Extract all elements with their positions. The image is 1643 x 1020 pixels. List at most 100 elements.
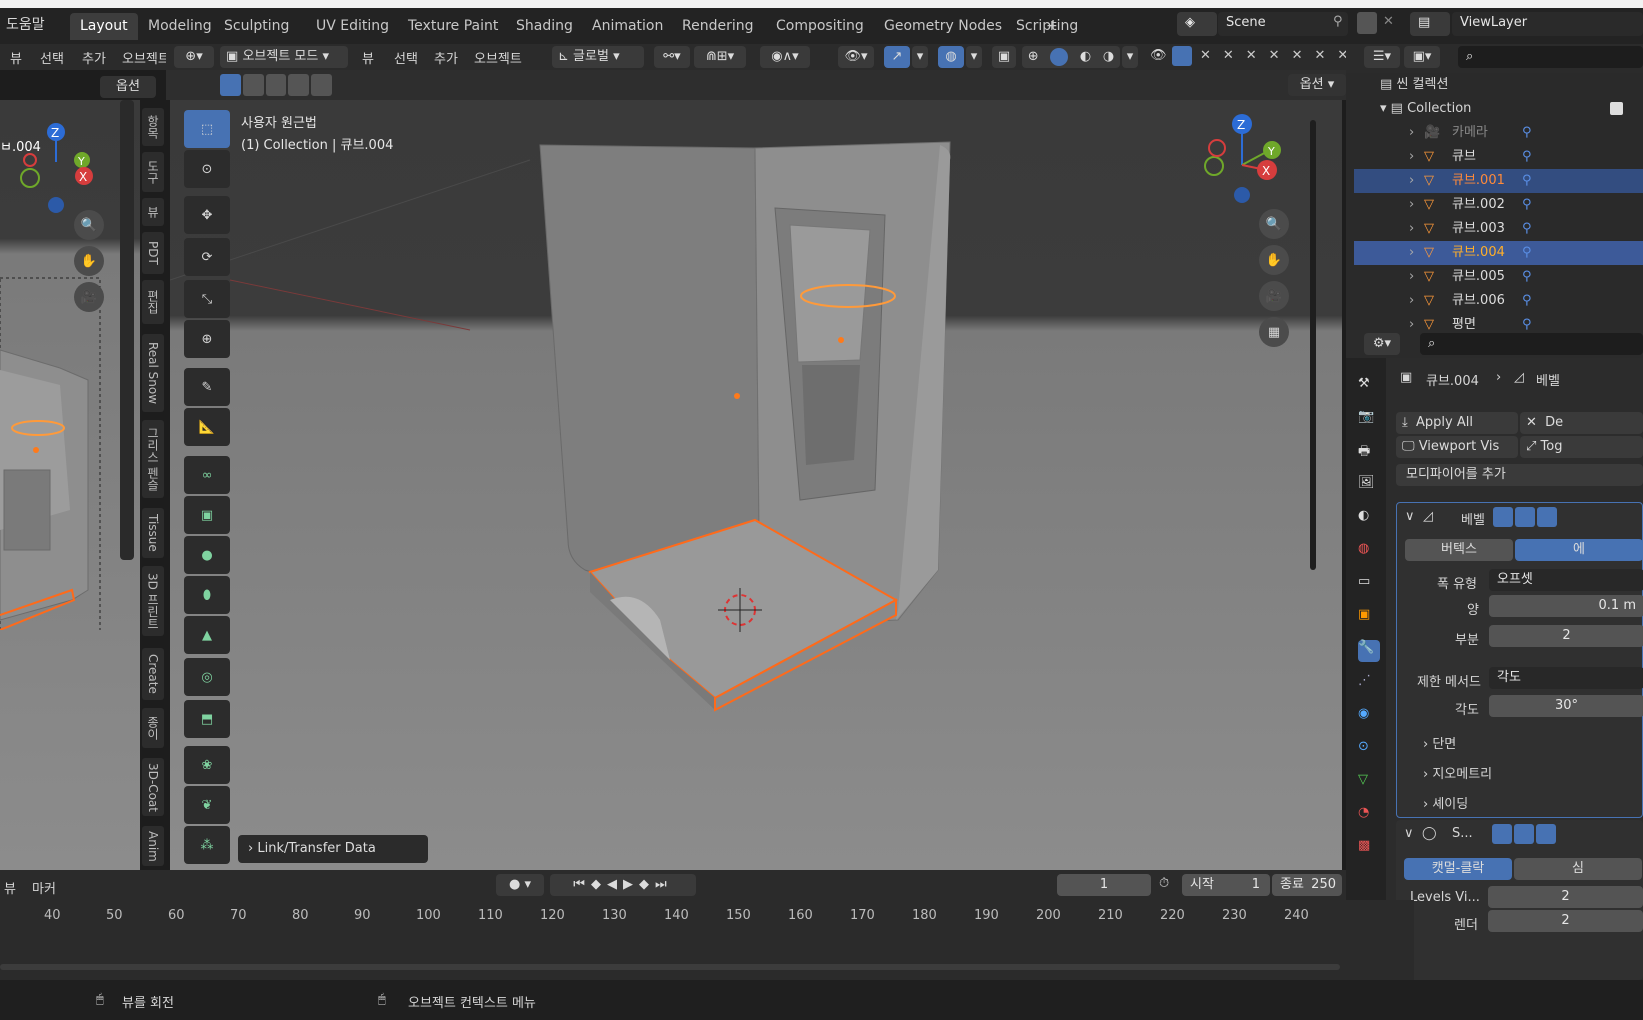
- prev-keyframe-icon[interactable]: ◆: [591, 877, 607, 892]
- start-frame-field[interactable]: 시작 1: [1182, 874, 1270, 896]
- material-icon[interactable]: ◔: [1358, 805, 1380, 827]
- left-side-tab[interactable]: Real Snow: [142, 334, 164, 412]
- expand-arrow-icon[interactable]: ▾: [1380, 101, 1387, 116]
- scene-collection-row[interactable]: ▤ 씬 컬렉션: [1380, 73, 1609, 97]
- texture-icon[interactable]: ▩: [1358, 838, 1380, 860]
- segments-field[interactable]: 2: [1489, 625, 1643, 647]
- tab-modeling[interactable]: Modeling: [138, 13, 222, 40]
- expand-arrow-icon[interactable]: ›: [1409, 169, 1414, 193]
- cursor-icon[interactable]: ⊙: [184, 150, 230, 188]
- add-cube-icon[interactable]: ▣: [184, 496, 230, 534]
- world-icon[interactable]: ◍: [1358, 541, 1380, 563]
- add-workspace-button[interactable]: +: [1036, 13, 1068, 40]
- scene-icon[interactable]: ◐: [1358, 508, 1380, 530]
- playback-controls[interactable]: ⏮◆◀▶◆⏭: [550, 874, 696, 896]
- properties-editor-type[interactable]: ⚙▾: [1364, 333, 1400, 355]
- render-toggle-icon[interactable]: [1537, 507, 1557, 527]
- tab-uv-editing[interactable]: UV Editing: [306, 13, 399, 40]
- viewport-vis-button[interactable]: 🖵 Viewport Vis: [1396, 436, 1518, 458]
- view-layer-icon[interactable]: 🖼: [1358, 475, 1380, 497]
- timeline-menu-view[interactable]: 뷰: [4, 878, 16, 897]
- add-tree-icon[interactable]: ❀: [184, 746, 230, 784]
- outliner-item[interactable]: › 🎥 카메라 ⚲: [1354, 121, 1643, 145]
- select-invert-icon[interactable]: [288, 74, 310, 96]
- select-extend-icon[interactable]: [242, 74, 264, 96]
- pan-hand-icon[interactable]: ✋: [74, 246, 104, 276]
- ortho-grid-icon[interactable]: ▦: [1259, 317, 1289, 347]
- collapse-chevron-icon[interactable]: ∨: [1404, 826, 1414, 841]
- left-side-tab[interactable]: Tissue: [142, 508, 164, 558]
- display-mode-selector[interactable]: ▣▾: [1404, 46, 1440, 68]
- editor-type-button[interactable]: ⊕▾: [174, 46, 214, 68]
- add-modifier-button[interactable]: 모디파이어를 추가: [1396, 464, 1643, 486]
- left-scrollbar[interactable]: [120, 100, 134, 560]
- stopwatch-icon[interactable]: ⏱: [1159, 876, 1169, 891]
- outliner-item[interactable]: › ▽ 큐브.003 ⚲: [1354, 217, 1643, 241]
- timeline[interactable]: 40 50 60 70 80 90 100 110 120 130 140 150 160 170 180 1…: [0, 900, 1414, 980]
- expand-arrow-icon[interactable]: ›: [1409, 193, 1414, 217]
- xray-toggle[interactable]: ▣: [992, 46, 1016, 68]
- visibility-selector[interactable]: 👁▾: [838, 46, 874, 68]
- outliner-item[interactable]: › ▽ 큐브.006 ⚲: [1354, 289, 1643, 313]
- snap-toggle[interactable]: ⋒⊞▾: [694, 46, 746, 68]
- expand-arrow-icon[interactable]: ›: [1409, 145, 1414, 169]
- outliner-item[interactable]: › ▽ 큐브.005 ⚲: [1354, 265, 1643, 289]
- select-new-icon[interactable]: [220, 74, 241, 96]
- modifier-wrench-icon[interactable]: ⚲: [1522, 217, 1532, 241]
- pin-icon[interactable]: ⚲: [1333, 14, 1343, 29]
- outliner-item[interactable]: › ▽ 큐브.004 ⚲: [1354, 241, 1643, 265]
- menu-object[interactable]: 오브젝트: [474, 48, 522, 67]
- delete-all-button[interactable]: ✕ De: [1520, 412, 1643, 434]
- tab-shading[interactable]: Shading: [506, 13, 583, 40]
- new-scene-icon[interactable]: [1357, 12, 1377, 34]
- left-side-tab[interactable]: 종이: [142, 708, 164, 748]
- expand-arrow-icon[interactable]: ›: [1409, 241, 1414, 265]
- select-box-icon[interactable]: ⬚: [184, 110, 230, 148]
- limit-method-select[interactable]: 각도: [1489, 667, 1643, 689]
- edit-mode-toggle-icon[interactable]: [1493, 507, 1513, 527]
- add-plant-icon[interactable]: ❦: [184, 786, 230, 824]
- edit-mode-toggle-icon[interactable]: [1492, 824, 1512, 844]
- tool-icon[interactable]: ⚒: [1358, 376, 1380, 398]
- render-levels-field[interactable]: 2: [1488, 910, 1643, 932]
- collection-row[interactable]: ▾ ▤ Collection: [1380, 97, 1623, 121]
- output-icon[interactable]: 🖶: [1358, 442, 1380, 464]
- object-icon[interactable]: ▣: [1358, 607, 1380, 629]
- scene-name-field[interactable]: Scene: [1218, 12, 1348, 36]
- expand-arrow-icon[interactable]: ›: [1409, 217, 1414, 241]
- timeline-scrollbar[interactable]: [0, 964, 1340, 970]
- transform-icon[interactable]: ⊕: [184, 320, 230, 358]
- view-layer-name-field[interactable]: ViewLayer: [1452, 12, 1643, 36]
- left-side-tab[interactable]: 편집: [142, 280, 164, 324]
- width-type-select[interactable]: 오프셋: [1489, 569, 1643, 591]
- scale-icon[interactable]: ⤡: [184, 280, 230, 318]
- left-side-tab[interactable]: 3D 프린트: [142, 566, 164, 636]
- physics-icon[interactable]: ◉: [1358, 706, 1380, 728]
- jump-start-icon[interactable]: ⏮: [573, 877, 591, 892]
- simple-button[interactable]: 심: [1514, 858, 1642, 880]
- jump-end-icon[interactable]: ⏭: [655, 877, 673, 892]
- modifier-wrench-icon[interactable]: 🔧: [1358, 640, 1380, 662]
- close-icon[interactable]: ✕: [1383, 14, 1394, 29]
- tab-layout[interactable]: Layout: [70, 13, 138, 40]
- selectable-toggle[interactable]: [1172, 46, 1192, 66]
- particles-icon[interactable]: ⋰: [1358, 673, 1380, 695]
- left-menu-object[interactable]: 오브젝트: [122, 48, 166, 67]
- left-side-tab[interactable]: 뷰: [142, 198, 164, 226]
- viewport-toggle-icon[interactable]: [1514, 824, 1534, 844]
- 3d-viewport[interactable]: Z Y X 사용자 원근법 (1) Collection | 큐브.004 🔍 …: [170, 100, 1342, 870]
- profile-subpanel[interactable]: › 단면: [1423, 733, 1456, 752]
- left-options-button[interactable]: 옵션: [100, 76, 156, 98]
- play-icon[interactable]: ▶: [623, 877, 639, 892]
- amount-field[interactable]: 0.1 m: [1489, 595, 1643, 617]
- tab-texture-paint[interactable]: Texture Paint: [398, 13, 508, 40]
- mode-selector[interactable]: ▣ 오브젝트 모드 ▾: [220, 46, 348, 68]
- subsurf-modifier-name[interactable]: S...: [1452, 826, 1473, 841]
- tab-compositing[interactable]: Compositing: [766, 13, 874, 40]
- left-side-tab[interactable]: PDT: [142, 232, 164, 274]
- left-side-tab[interactable]: 그리스 펜슬: [142, 420, 164, 498]
- view-layer-selector[interactable]: ▤: [1410, 12, 1450, 36]
- timeline-menu-marker[interactable]: 마커: [32, 878, 56, 897]
- add-uv-sphere-icon[interactable]: ●: [184, 536, 230, 574]
- geometry-subpanel[interactable]: › 지오메트리: [1423, 763, 1492, 782]
